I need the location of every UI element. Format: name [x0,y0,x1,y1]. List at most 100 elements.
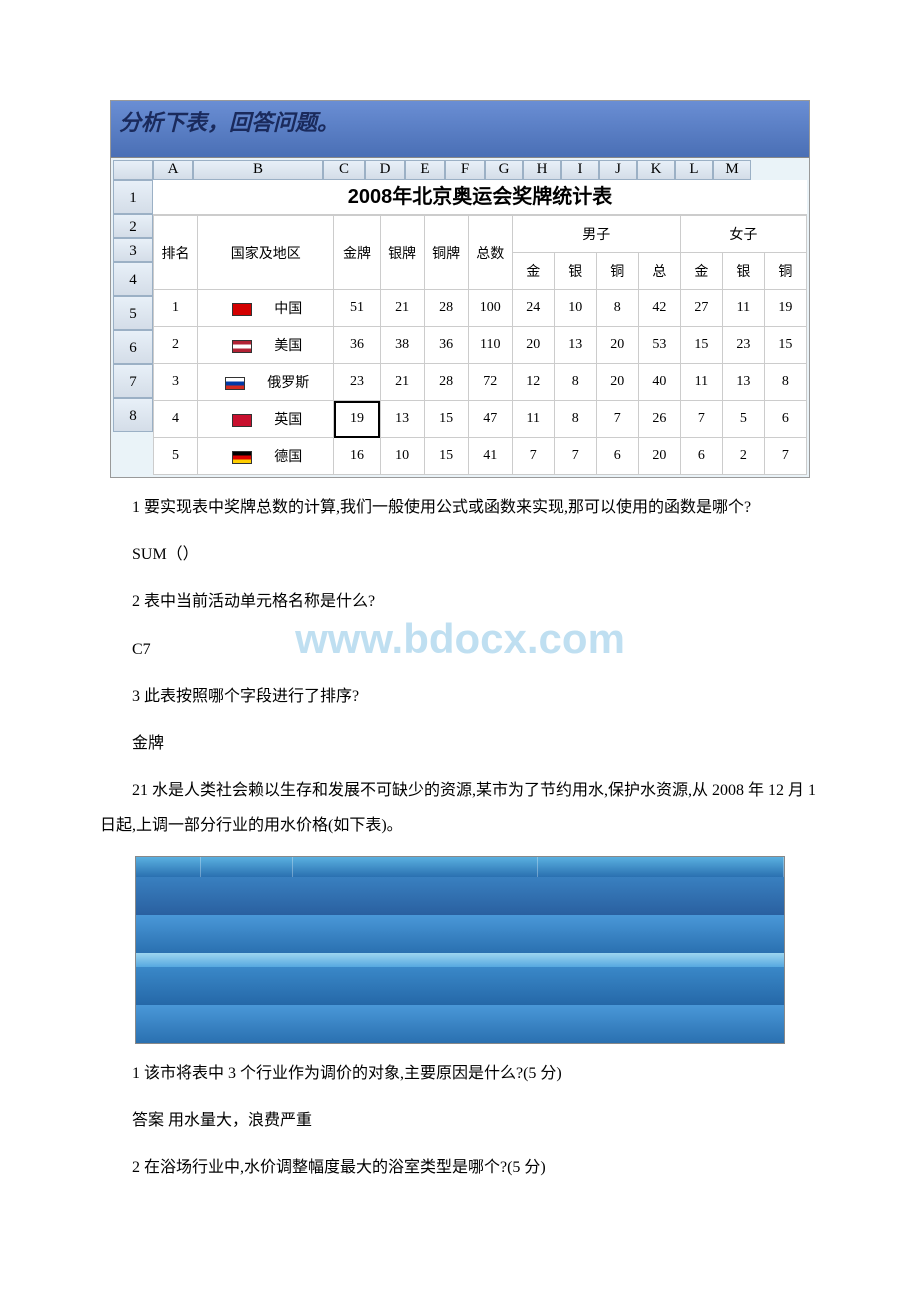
cell-rank: 2 [154,327,198,364]
cell-rank: 1 [154,290,198,327]
fig2-row-5 [136,1005,784,1043]
q21-sub-q1: 1 该市将表中 3 个行业作为调价的对象,主要原因是什么?(5 分) [100,1056,820,1091]
answer-3: 金牌 [100,726,820,761]
cell-value: 6 [596,438,638,475]
cell-value: 16 [334,438,380,475]
cell-country: 中国 [198,290,334,327]
cell-value: 36 [424,327,468,364]
cell-value: 8 [764,364,806,401]
cell-value: 15 [764,327,806,364]
cell-value: 42 [638,290,680,327]
cell-value: 20 [638,438,680,475]
cell-value: 7 [554,438,596,475]
col-I: I [561,160,599,180]
col-H: H [523,160,561,180]
cell-rank: 5 [154,438,198,475]
cell-value: 40 [638,364,680,401]
table-row: 5德国1610154177620627 [154,438,807,475]
watermark: www.bdocx.com [295,615,625,663]
q21-sub-q2: 2 在浴场行业中,水价调整幅度最大的浴室类型是哪个?(5 分) [100,1150,820,1185]
fig2-row-2 [136,915,784,953]
question-1: 1 要实现表中奖牌总数的计算,我们一般使用公式或函数来实现,那可以使用的函数是哪… [100,490,820,525]
flag-icon [232,414,252,427]
cell-value: 110 [468,327,512,364]
cell-value: 28 [424,364,468,401]
col-L: L [675,160,713,180]
cell-value: 10 [380,438,424,475]
q21-sub-a1: 答案 用水量大，浪费严重 [100,1103,820,1138]
cell-value: 11 [512,401,554,438]
cell-value: 7 [512,438,554,475]
cell-value: 24 [512,290,554,327]
hdr-rank: 排名 [154,216,198,290]
cell-value: 20 [512,327,554,364]
cell-value: 12 [512,364,554,401]
col-D: D [365,160,405,180]
hdr-silver: 银牌 [380,216,424,290]
cell-value: 13 [722,364,764,401]
flag-icon [225,377,245,390]
olympics-spreadsheet-figure: 分析下表，回答问题。 A B C D E F G H I J K L M 1 [110,100,810,478]
cell-value: 13 [380,401,424,438]
cell-value: 19 [764,290,806,327]
col-E: E [405,160,445,180]
medals-table: 排名 国家及地区 金牌 银牌 铜牌 总数 男子 女子 金 银 铜 总 [153,215,807,475]
col-K: K [637,160,675,180]
cell-value: 7 [764,438,806,475]
cell-country: 英国 [198,401,334,438]
cell-country: 俄罗斯 [198,364,334,401]
cell-rank: 3 [154,364,198,401]
cell-value: 13 [554,327,596,364]
hdr-bronze: 铜牌 [424,216,468,290]
fig2-header-row [136,857,784,877]
flag-icon [232,303,252,316]
cell-value: 10 [554,290,596,327]
q21-intro-text: 21 水是人类社会赖以生存和发展不可缺少的资源,某市为了节约用水,保护水资源,从… [100,773,820,843]
cell-value: 51 [334,290,380,327]
water-pricing-figure [135,856,785,1044]
table-row: 1中国5121281002410842271119 [154,290,807,327]
cell-value: 7 [680,401,722,438]
cell-value: 38 [380,327,424,364]
spreadsheet-column-headers: A B C D E F G H I J K L M [113,160,807,180]
figure-prompt-title: 分析下表，回答问题。 [111,101,809,158]
cell-value: 27 [680,290,722,327]
fig2-row-3 [136,953,784,967]
cell-value: 100 [468,290,512,327]
col-G: G [485,160,523,180]
active-cell: 19 [334,401,380,438]
cell-value: 11 [680,364,722,401]
cell-value: 21 [380,290,424,327]
cell-value: 6 [680,438,722,475]
flag-icon [232,340,252,353]
fig2-row-1 [136,877,784,915]
col-J: J [599,160,637,180]
answer-1: SUM（） [100,537,820,572]
cell-value: 36 [334,327,380,364]
qa-block-2: 1 该市将表中 3 个行业作为调价的对象,主要原因是什么?(5 分) 答案 用水… [100,1056,820,1186]
cell-value: 23 [334,364,380,401]
cell-value: 53 [638,327,680,364]
cell-country: 美国 [198,327,334,364]
cell-value: 7 [596,401,638,438]
cell-value: 26 [638,401,680,438]
cell-value: 28 [424,290,468,327]
hdr-female: 女子 [680,216,806,253]
cell-value: 23 [722,327,764,364]
cell-value: 20 [596,327,638,364]
hdr-country: 国家及地区 [198,216,334,290]
fig2-row-4 [136,967,784,1005]
question-3: 3 此表按照哪个字段进行了排序? [100,679,820,714]
col-F: F [445,160,485,180]
table-row: 2美国36383611020132053152315 [154,327,807,364]
cell-rank: 4 [154,401,198,438]
cell-country: 德国 [198,438,334,475]
cell-value: 8 [554,364,596,401]
cell-value: 8 [554,401,596,438]
col-A: A [153,160,193,180]
spreadsheet-body: 2008年北京奥运会奖牌统计表 排名 国家及地区 金牌 银牌 铜牌 总数 男子 … [153,180,807,475]
cell-value: 41 [468,438,512,475]
hdr-gold: 金牌 [334,216,380,290]
col-B: B [193,160,323,180]
cell-value: 21 [380,364,424,401]
